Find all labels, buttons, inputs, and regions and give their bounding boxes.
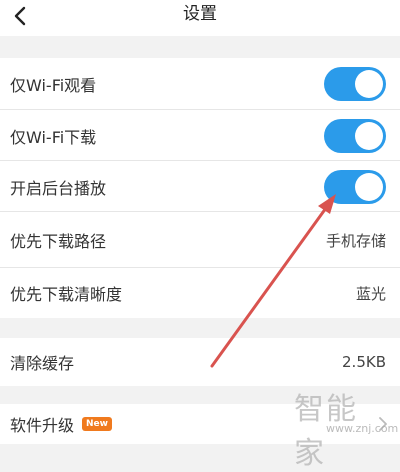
toggle-knob bbox=[355, 172, 383, 201]
header-bar: 设置 bbox=[0, 0, 400, 36]
setting-row-wifi-download: 仅Wi-Fi下载 bbox=[0, 110, 400, 161]
background-play-toggle[interactable] bbox=[324, 169, 386, 204]
toggle-knob bbox=[355, 121, 383, 150]
setting-row-background-play: 开启后台播放 bbox=[0, 161, 400, 212]
software-upgrade-label: 软件升级 bbox=[10, 416, 75, 435]
setting-label: 开启后台播放 bbox=[10, 178, 107, 198]
setting-label: 优先下载路径 bbox=[10, 232, 107, 251]
setting-row-download-quality[interactable]: 优先下载清晰度 蓝光 bbox=[0, 268, 400, 318]
download-path-value: 手机存储 bbox=[325, 231, 386, 250]
download-quality-value: 蓝光 bbox=[355, 284, 386, 303]
setting-label: 优先下载清晰度 bbox=[10, 285, 123, 304]
chevron-left-icon bbox=[14, 6, 26, 26]
setting-row-clear-cache[interactable]: 清除缓存 2.5KB bbox=[0, 338, 400, 386]
setting-label: 软件升级 New bbox=[10, 404, 112, 444]
setting-row-software-upgrade[interactable]: 软件升级 New bbox=[0, 404, 400, 444]
toggle-knob bbox=[355, 70, 383, 98]
cache-size-value: 2.5KB bbox=[342, 353, 386, 371]
back-button[interactable] bbox=[6, 2, 34, 30]
wifi-watch-toggle[interactable] bbox=[324, 67, 386, 101]
setting-label: 仅Wi-Fi观看 bbox=[10, 76, 97, 95]
new-badge: New bbox=[82, 417, 112, 431]
setting-row-wifi-watch: 仅Wi-Fi观看 bbox=[0, 58, 400, 110]
page-title: 设置 bbox=[183, 4, 217, 24]
chevron-right-icon bbox=[379, 417, 387, 431]
setting-row-download-path[interactable]: 优先下载路径 手机存储 bbox=[0, 212, 400, 268]
setting-label: 清除缓存 bbox=[10, 354, 75, 373]
wifi-download-toggle[interactable] bbox=[324, 118, 386, 153]
setting-label: 仅Wi-Fi下载 bbox=[10, 127, 97, 147]
